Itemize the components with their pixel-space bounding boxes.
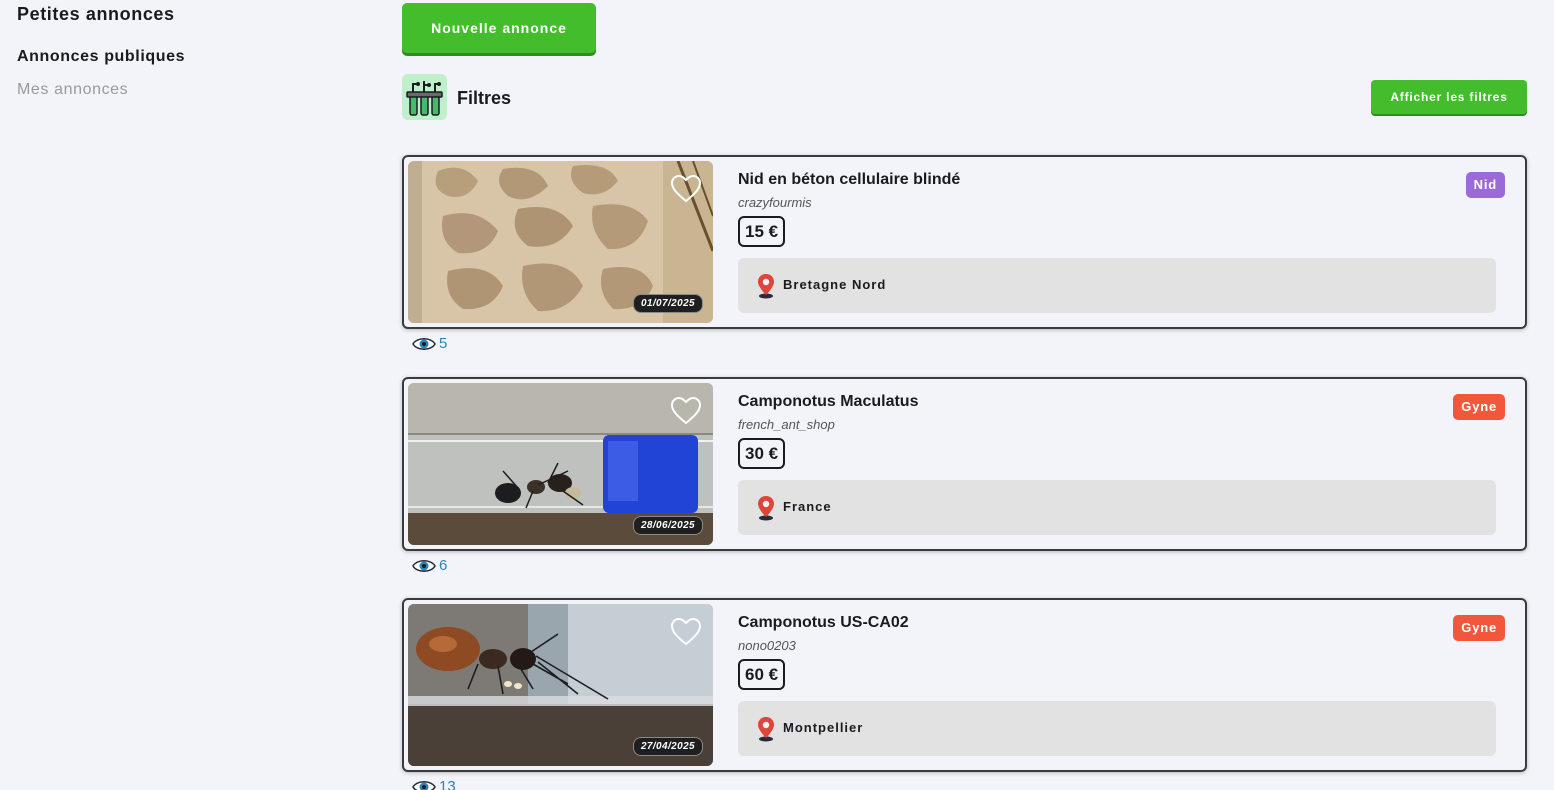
listing-seller: french_ant_shop xyxy=(738,417,835,432)
listing-price: 30 € xyxy=(738,438,786,469)
favorite-heart-icon[interactable] xyxy=(670,617,702,647)
listing-card[interactable]: 01/07/2025 Nid en béton cellulaire blind… xyxy=(402,155,1527,329)
location-bar: France xyxy=(738,480,1496,535)
category-badge: Gyne xyxy=(1453,615,1505,641)
listing-date-badge: 01/07/2025 xyxy=(632,294,703,313)
eye-icon xyxy=(412,560,436,572)
listing-seller: crazyfourmis xyxy=(738,195,812,210)
listing-seller: nono0203 xyxy=(738,638,796,653)
listing-photo-nest: 01/07/2025 xyxy=(408,161,713,323)
category-badge: Nid xyxy=(1465,172,1505,198)
listing-price: 60 € xyxy=(738,659,786,690)
listing-date-badge: 28/06/2025 xyxy=(632,516,703,535)
listing-title: Nid en béton cellulaire blindé xyxy=(738,171,961,188)
views-count: 5 xyxy=(439,335,448,352)
listing-location: Montpellier xyxy=(783,720,864,735)
listing-date-badge: 27/04/2025 xyxy=(632,737,703,756)
category-badge: Gyne xyxy=(1453,394,1505,420)
listing-card[interactable]: 27/04/2025 Camponotus US-CA02 nono0203 6… xyxy=(402,598,1527,772)
listing-title: Camponotus Maculatus xyxy=(738,393,919,410)
listing-card[interactable]: 28/06/2025 Camponotus Maculatus french_a… xyxy=(402,377,1527,551)
listing-photo-ant-tube: 28/06/2025 xyxy=(408,383,713,545)
listing-item: 27/04/2025 Camponotus US-CA02 nono0203 6… xyxy=(402,598,1527,790)
nav-item-public-listings[interactable]: Annonces publiques xyxy=(17,48,185,66)
page: Petites annonces Annonces publiques Mes … xyxy=(0,0,1554,790)
filters-label: Filtres xyxy=(457,88,512,108)
views-count: 13 xyxy=(439,778,456,790)
location-bar: Montpellier xyxy=(738,701,1496,756)
location-pin-icon xyxy=(758,274,774,299)
show-filters-button[interactable]: Afficher les filtres xyxy=(1371,80,1527,114)
favorite-heart-icon[interactable] xyxy=(670,174,702,204)
listing-item: 01/07/2025 Nid en béton cellulaire blind… xyxy=(402,155,1527,352)
location-pin-icon xyxy=(758,496,774,521)
eye-icon xyxy=(412,781,436,790)
views-count: 6 xyxy=(439,557,448,574)
listing-location: Bretagne Nord xyxy=(783,277,887,292)
listing-photo-ant-queen: 27/04/2025 xyxy=(408,604,713,766)
listing-price: 15 € xyxy=(738,216,786,247)
favorite-heart-icon[interactable] xyxy=(670,396,702,426)
eye-icon xyxy=(412,338,436,350)
listing-title: Camponotus US-CA02 xyxy=(738,614,909,631)
nav-item-my-listings[interactable]: Mes annonces xyxy=(17,81,128,99)
filter-tools-icon xyxy=(402,74,447,120)
listing-item: 28/06/2025 Camponotus Maculatus french_a… xyxy=(402,377,1527,574)
sidebar-title: Petites annonces xyxy=(17,4,175,24)
listing-location: France xyxy=(783,499,832,514)
location-bar: Bretagne Nord xyxy=(738,258,1496,313)
location-pin-icon xyxy=(758,717,774,742)
new-listing-button[interactable]: Nouvelle annonce xyxy=(402,3,596,53)
